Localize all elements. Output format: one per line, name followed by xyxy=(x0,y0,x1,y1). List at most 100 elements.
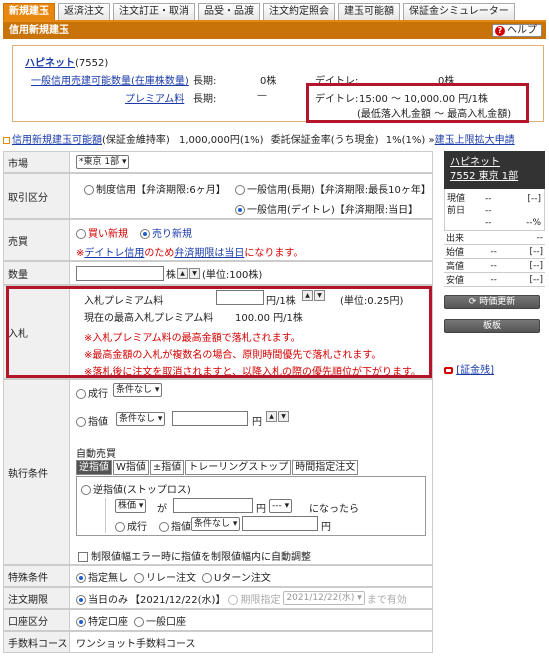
capacity-link[interactable]: 信用新規建玉可能額 xyxy=(12,135,102,146)
table-cell: -- xyxy=(488,258,510,273)
table-cell: -- xyxy=(488,272,510,287)
stop-cond-select[interactable]: 条件なし xyxy=(191,517,241,531)
expiry-specify-option[interactable]: 期限指定 xyxy=(228,591,280,606)
premium-long-label: 長期: xyxy=(193,94,217,105)
auto-subtabs: 逆指値 W指値 ±指値 トレーリングストップ 時間指定注文 xyxy=(76,460,359,475)
stop-price-select[interactable]: 株価 xyxy=(115,499,147,513)
subtab-w-limit[interactable]: W指値 xyxy=(113,460,149,475)
account-general-label: 一般口座 xyxy=(146,616,186,628)
table-row: 始値 -- [--] xyxy=(444,244,545,259)
tab-order-correction[interactable]: 注文訂正・取消 xyxy=(113,3,195,20)
quote-panel: ハピネット 7552 東京 1部 現値 -- [--] 前日 -- -- --% 出来 -… xyxy=(444,151,545,376)
account-general-option[interactable]: 一般口座 xyxy=(134,613,186,628)
premium-day-highlight: デイトレ: 15:00 〜 10,000.00 円/1株 (最低落入札金額 〜 … xyxy=(306,83,529,123)
quote-row-extra: --% xyxy=(525,218,541,228)
quantity-input[interactable] xyxy=(76,265,164,281)
premium-link[interactable]: プレミアム料 xyxy=(125,90,184,105)
expiry-label: 注文期限 xyxy=(3,587,70,609)
radio-icon xyxy=(81,485,91,495)
buy-sell-cell: 買い新規 売り新規 ※デイトレ信用のため弁済期限は当日になります。 xyxy=(70,219,433,261)
special-label: 特殊条件 xyxy=(3,565,70,587)
subtab-stop[interactable]: 逆指値 xyxy=(76,460,112,475)
radio-icon xyxy=(76,389,86,399)
subtab-pm-limit[interactable]: ±指値 xyxy=(149,460,185,475)
buy-new-option[interactable]: 買い新規 xyxy=(76,225,128,240)
capacity-square-icon xyxy=(3,136,10,144)
stop-trigger-input[interactable] xyxy=(173,498,253,513)
tab-order-inquiry[interactable]: 注文約定照会 xyxy=(263,3,335,20)
tab-repay-order[interactable]: 返済注文 xyxy=(58,3,110,20)
sell-new-option[interactable]: 売り新規 xyxy=(140,225,192,240)
table-row: 安値 -- [--] xyxy=(444,272,545,287)
tab-margin-simulator[interactable]: 保証金シミュレーター xyxy=(403,3,515,20)
quote-row-value: -- xyxy=(485,206,492,216)
buy-sell-note: ※デイトレ信用のため弁済期限は当日になります。 xyxy=(76,244,303,259)
radio-selected-icon xyxy=(76,594,86,605)
radio-icon xyxy=(76,417,86,427)
special-opt3[interactable]: Uターン注文 xyxy=(202,569,271,584)
auto-adjust-option[interactable]: 制限値幅エラー時に指値を制限値幅内に自動調整 xyxy=(78,548,311,563)
board-button[interactable]: 板板 xyxy=(444,319,540,333)
tab-new-position[interactable]: 新規建玉 xyxy=(3,3,55,20)
limit-up-icon[interactable]: ▲ xyxy=(266,411,277,422)
radio-selected-icon xyxy=(235,205,245,215)
special-opt1[interactable]: 指定無し xyxy=(76,569,128,584)
quote-stock-sub[interactable]: 7552 東京 1部 xyxy=(450,171,518,182)
quantity-unit: 株 xyxy=(166,269,176,281)
limit-down-icon[interactable]: ▼ xyxy=(278,411,289,422)
table-cell: [--] xyxy=(509,244,545,259)
quote-price-box: 現値 -- [--] 前日 -- -- --% xyxy=(444,189,545,231)
trade-type-opt3[interactable]: 一般信用(デイトレ)【弁済期限:当日】 xyxy=(235,201,418,216)
stop-market-option[interactable]: 成行 xyxy=(115,518,147,533)
subtab-time[interactable]: 時間指定注文 xyxy=(292,460,359,475)
stop-limit-option[interactable]: 指値 xyxy=(159,518,191,533)
limit-expand-link[interactable]: 建玉上限拡大申請 xyxy=(435,135,515,146)
quote-stock-name[interactable]: ハピネット xyxy=(450,157,500,168)
quantity-up-icon[interactable]: ▲ xyxy=(177,267,188,279)
stop-limit-input[interactable] xyxy=(242,516,318,531)
radio-icon xyxy=(76,229,86,239)
stop-loss-option[interactable]: 逆指値(ストップロス) xyxy=(81,481,191,496)
account-specific-option[interactable]: 特定口座 xyxy=(76,613,128,628)
stock-name-link[interactable]: ハピネット xyxy=(25,58,75,69)
day-trade-link[interactable]: デイトレ信用 xyxy=(84,248,144,259)
trade-type-opt1[interactable]: 制度信用【弁済期限:6ヶ月】 xyxy=(84,181,226,196)
quote-row-extra xyxy=(513,205,541,217)
limit-yen: 円 xyxy=(252,417,262,428)
checkbox-icon xyxy=(78,552,88,562)
quote-row-extra: [--] xyxy=(527,194,541,204)
special-opt2[interactable]: リレー注文 xyxy=(134,569,196,584)
sell-qty-link[interactable]: 一般信用売建可能数量(在庫株数量) xyxy=(31,72,189,87)
trade-type-opt3-label: 一般信用(デイトレ)【弁済期限:当日】 xyxy=(247,205,419,216)
trade-type-opt2[interactable]: 一般信用(長期)【弁済期限:最長10ヶ年】 xyxy=(235,181,431,196)
help-button[interactable]: ? ヘルプ xyxy=(492,24,542,37)
expiry-today-link[interactable]: 弁済期限は当日 xyxy=(174,248,244,259)
radio-icon xyxy=(134,616,144,627)
help-label: ヘルプ xyxy=(507,25,537,36)
subtab-trailing[interactable]: トレーリングストップ xyxy=(185,460,292,475)
limit-order-option[interactable]: 指値 xyxy=(76,413,108,428)
table-cell: 安値 xyxy=(444,272,489,287)
stock-name-row: ハピネット(7552) xyxy=(25,54,108,69)
expiry-date-select[interactable]: 2021/12/22(水) xyxy=(283,591,365,605)
market-select[interactable]: *東京 1部 xyxy=(76,155,130,169)
tab-position-capacity[interactable]: 建玉可能額 xyxy=(338,3,400,20)
expiry-today-option[interactable]: 当日のみ xyxy=(76,591,128,606)
market-order-option[interactable]: 成行 xyxy=(76,385,108,400)
special-opt3-label: Uターン注文 xyxy=(214,572,271,584)
quote-row-label xyxy=(447,217,485,229)
limit-price-input[interactable] xyxy=(172,411,248,426)
margin-balance-link[interactable]: [証金残] xyxy=(456,365,494,376)
quantity-down-icon[interactable]: ▼ xyxy=(189,267,200,279)
market-cond-select[interactable]: 条件なし xyxy=(113,383,163,397)
quote-row-value: -- xyxy=(485,218,492,228)
limit-cond-select[interactable]: 条件なし xyxy=(116,412,166,426)
refresh-price-button[interactable]: ⟳ 時価更新 xyxy=(444,295,540,309)
tab-delivery[interactable]: 品受・品渡 xyxy=(198,3,260,20)
stop-dir-select[interactable]: --- xyxy=(269,499,293,513)
stop-loss-label: 逆指値(ストップロス) xyxy=(93,485,191,496)
quote-row-label: 現値 xyxy=(447,194,466,204)
premium-day-value: 15:00 〜 10,000.00 円/1株 xyxy=(359,94,488,105)
tab-bar: 新規建玉 返済注文 注文訂正・取消 品受・品渡 注文約定照会 建玉可能額 保証金… xyxy=(3,3,518,20)
fee-cell: ワンショット手数料コース xyxy=(70,631,433,653)
